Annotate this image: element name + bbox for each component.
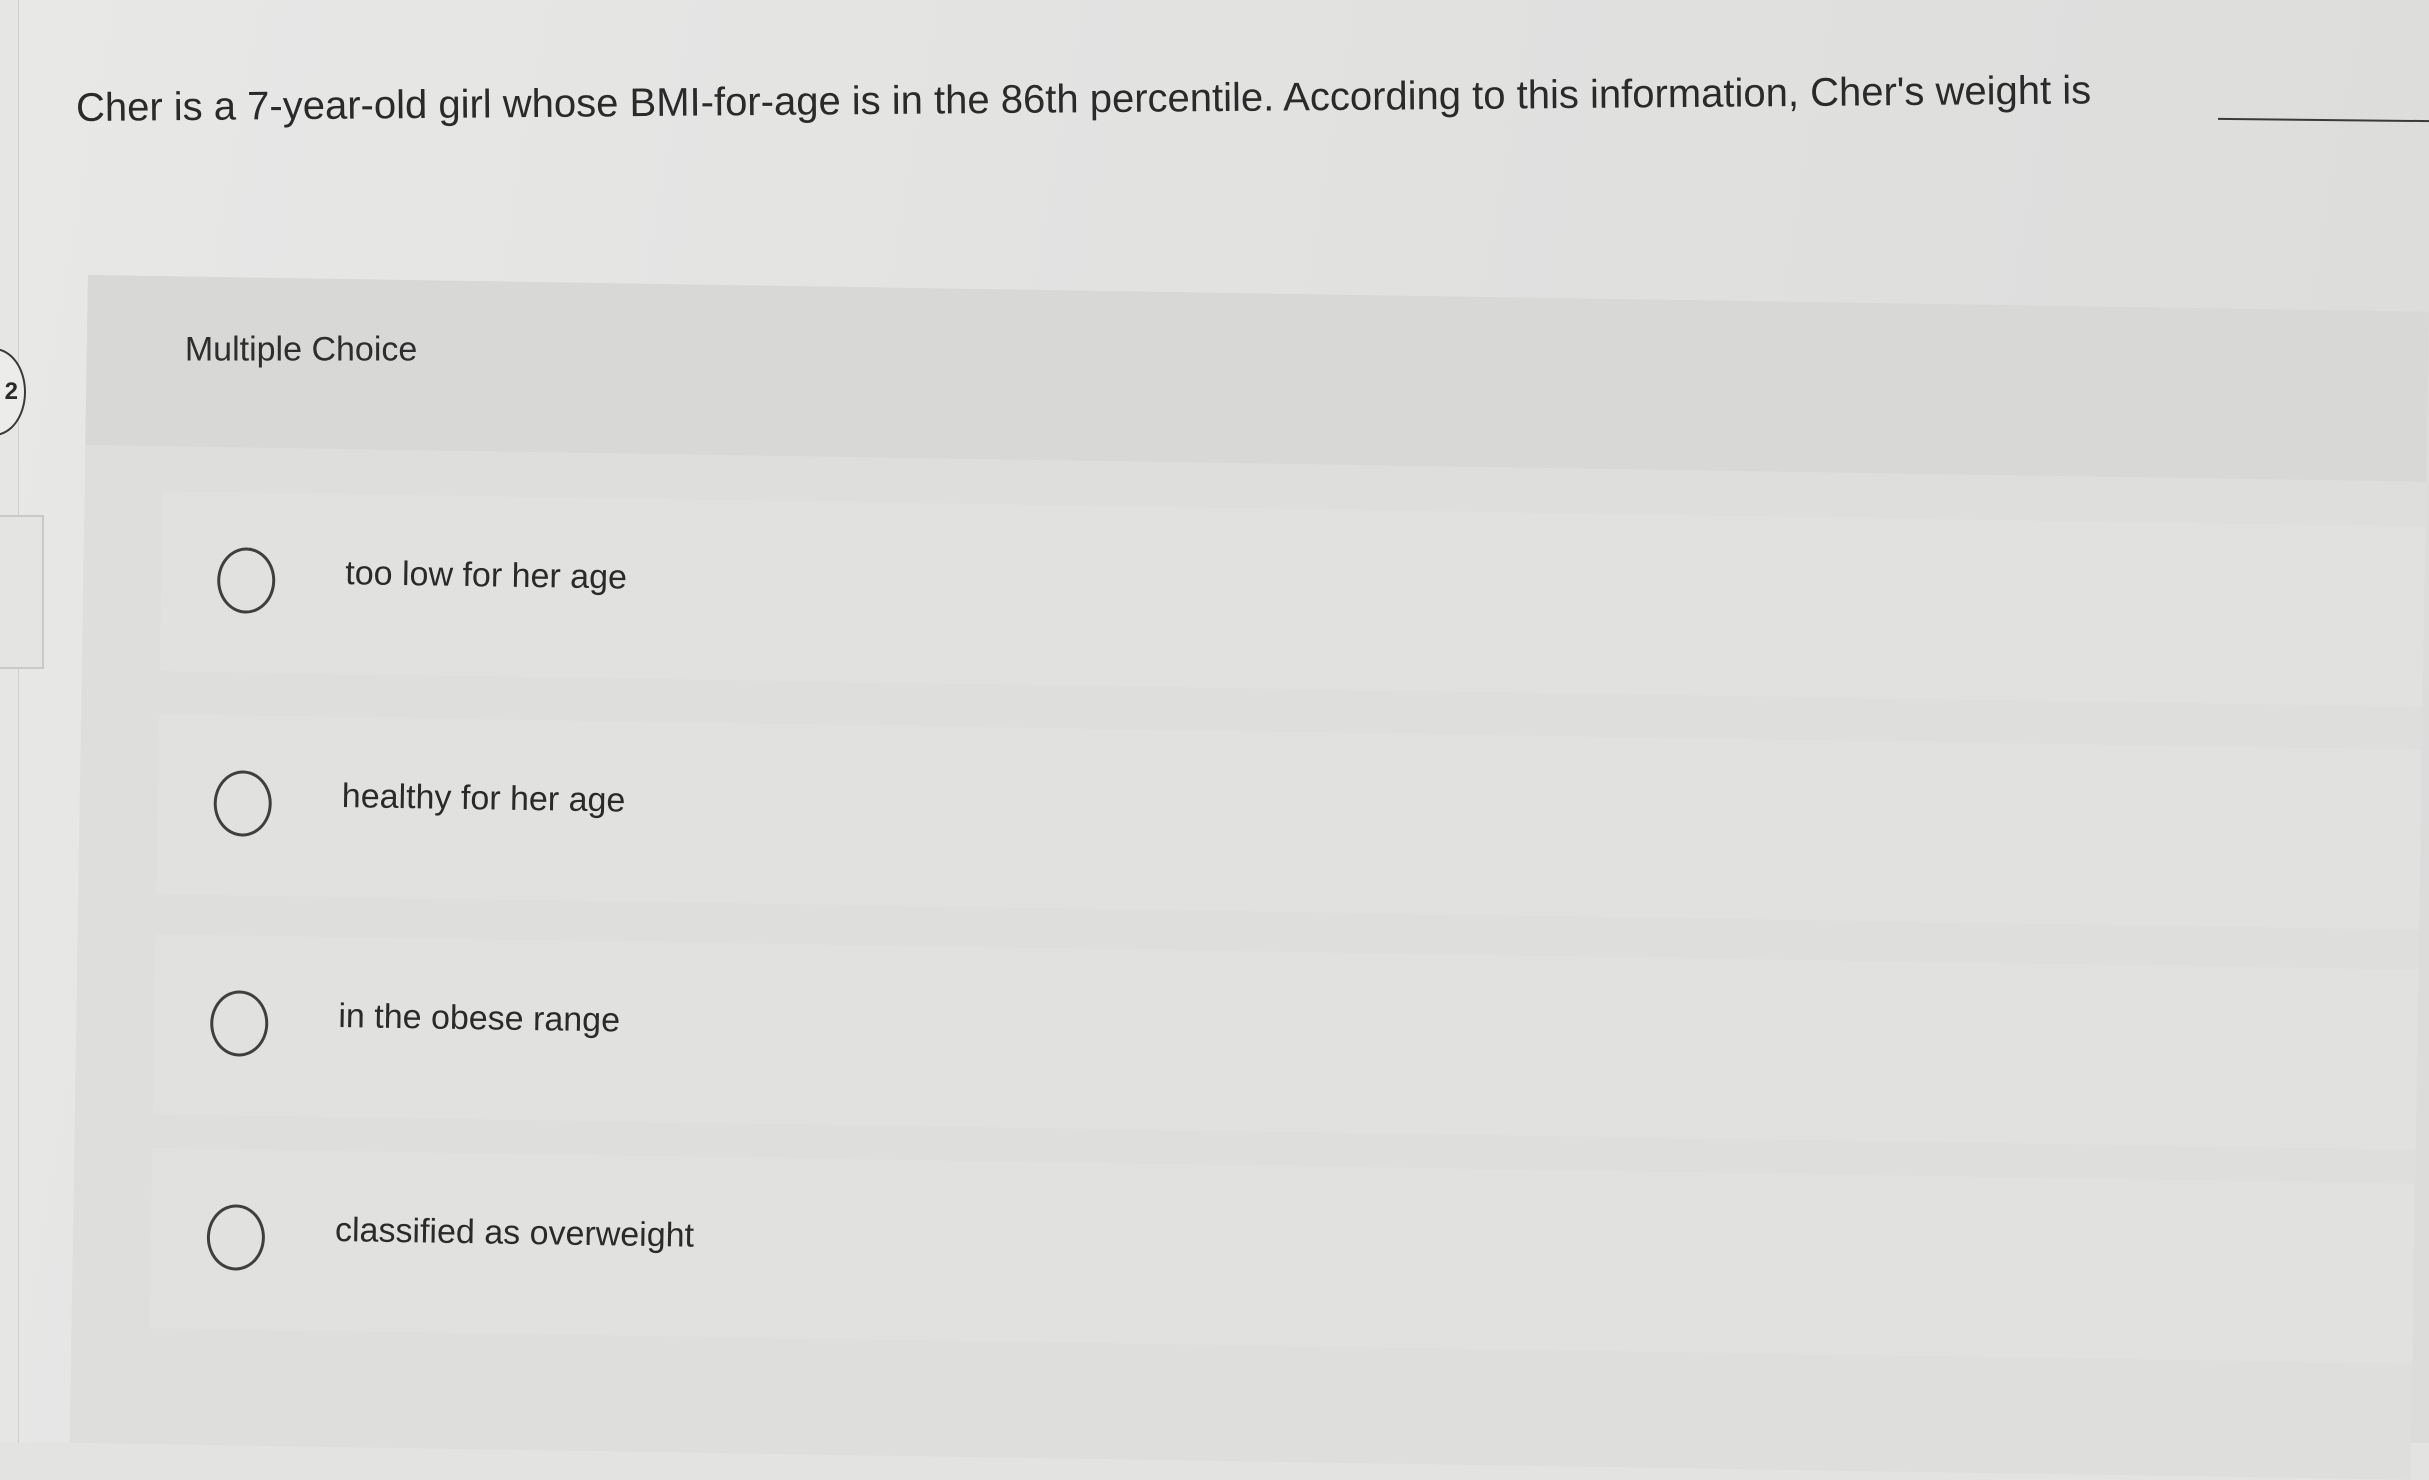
radio-button[interactable] <box>216 547 276 614</box>
option-label: classified as overweight <box>334 1211 695 1255</box>
multiple-choice-header: Multiple Choice <box>85 275 2429 482</box>
left-edge-panel <box>0 0 19 1443</box>
multiple-choice-label: Multiple Choice <box>184 330 418 369</box>
option-too-low[interactable]: too low for her age <box>159 491 2426 707</box>
option-label: too low for her age <box>345 554 628 597</box>
radio-button[interactable] <box>206 1203 266 1271</box>
option-label: in the obese range <box>338 997 621 1040</box>
option-label: healthy for her age <box>341 777 626 820</box>
radio-button[interactable] <box>209 990 269 1057</box>
left-side-tab[interactable] <box>0 515 44 669</box>
option-overweight[interactable]: classified as overweight <box>149 1148 2416 1364</box>
question-number: 2 <box>4 378 18 405</box>
multiple-choice-panel: Multiple Choice too low for her age heal… <box>69 275 2429 1480</box>
option-obese[interactable]: in the obese range <box>152 934 2419 1150</box>
radio-button[interactable] <box>213 770 273 837</box>
option-healthy[interactable]: healthy for her age <box>156 714 2422 930</box>
